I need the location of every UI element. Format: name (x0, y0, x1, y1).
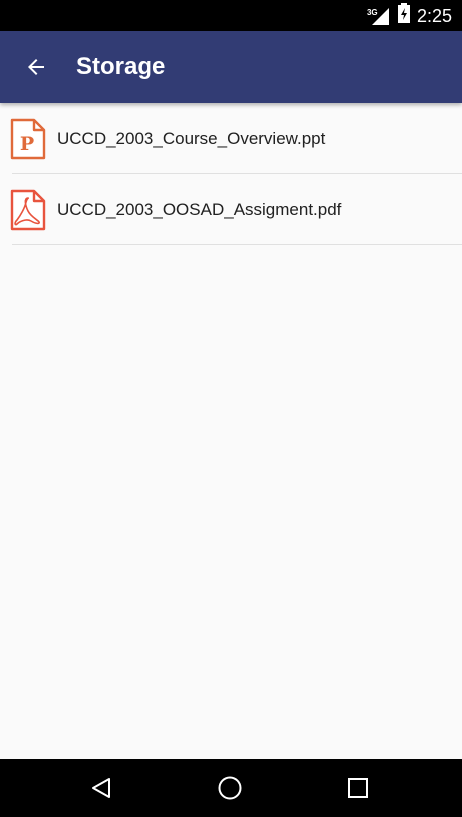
file-name: UCCD_2003_OOSAD_Assigment.pdf (57, 199, 342, 219)
file-item-oosad-assignment[interactable]: UCCD_2003_OOSAD_Assigment.pdf (0, 174, 462, 245)
nav-home-button[interactable] (210, 768, 250, 808)
page-title: Storage (76, 53, 166, 80)
triangle-back-icon (92, 778, 110, 798)
ppt-file-icon: P (10, 118, 46, 159)
navigation-bar (0, 759, 462, 817)
nav-recents-button[interactable] (338, 768, 378, 808)
back-button[interactable] (14, 45, 58, 89)
app-bar: Storage (0, 31, 462, 103)
circle-home-icon (218, 776, 242, 800)
file-name: UCCD_2003_Course_Overview.ppt (57, 128, 326, 148)
battery-icon (397, 3, 411, 28)
svg-text:P: P (20, 133, 34, 155)
arrow-back-icon (28, 59, 44, 75)
status-icons: 3G 2:25 (366, 0, 452, 31)
nav-back-button[interactable] (81, 768, 121, 808)
status-clock: 2:25 (416, 5, 452, 26)
file-item-course-overview[interactable]: P UCCD_2003_Course_Overview.ppt (0, 103, 462, 174)
status-bar: 3G 2:25 (0, 0, 462, 31)
file-list: P UCCD_2003_Course_Overview.ppt UCCD_200… (0, 103, 462, 245)
pdf-file-icon (10, 189, 46, 230)
signal-icon: 3G (366, 6, 391, 26)
square-recents-icon (348, 778, 368, 798)
network-type: 3G (366, 7, 378, 17)
